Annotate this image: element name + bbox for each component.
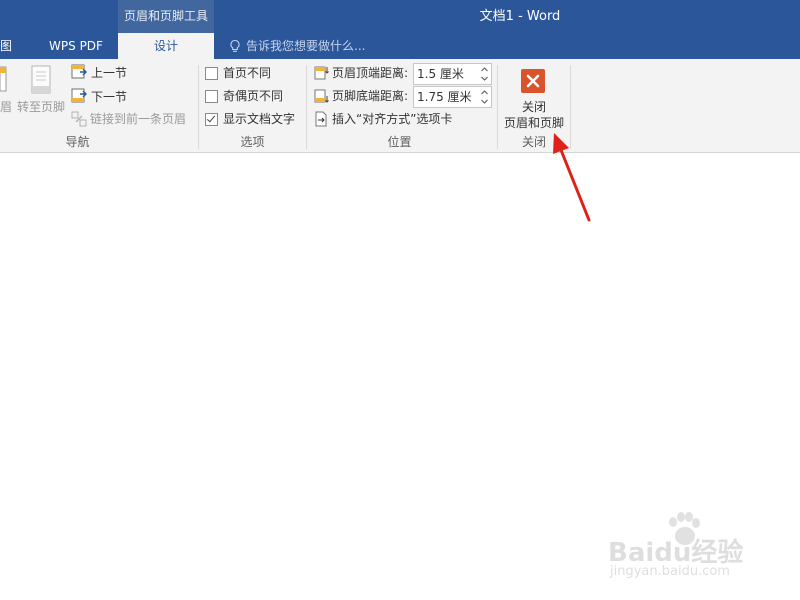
different-first-page-label[interactable]: 首页不同 — [223, 62, 271, 84]
document-title: 文档1 - Word — [479, 9, 561, 24]
group-label-position: 位置 — [387, 135, 412, 149]
tab-view[interactable]: 视图 — [0, 33, 24, 59]
spinner-arrows-icon[interactable] — [480, 65, 489, 83]
next-section-icon — [71, 88, 87, 103]
group-label-navigation: 导航 — [65, 135, 90, 149]
spinner-arrows-icon[interactable] — [480, 88, 489, 106]
baidu-watermark: Baidu经验 jingyan.baidu.com — [608, 512, 768, 584]
footer-from-bottom-spinner[interactable]: 1.75 厘米 — [413, 86, 492, 108]
group-label-options: 选项 — [240, 135, 265, 149]
group-label-close: 关闭 — [521, 135, 546, 149]
footer-from-bottom-icon — [314, 89, 329, 103]
different-odd-even-label[interactable]: 奇偶页不同 — [223, 85, 283, 107]
header-from-top-spinner[interactable]: 1.5 厘米 — [413, 63, 492, 85]
group-divider — [497, 65, 498, 149]
previous-section-icon — [71, 64, 87, 79]
group-divider — [306, 65, 307, 149]
watermark-url: jingyan.baidu.com — [610, 564, 730, 579]
header-button-partial[interactable]: 眉 — [0, 96, 12, 118]
footer-from-bottom-value[interactable]: 1.75 厘米 — [417, 87, 472, 107]
context-tab-group-label: 页眉和页脚工具 — [118, 0, 214, 33]
insert-alignment-tab-button[interactable]: 插入“对齐方式”选项卡 — [332, 108, 452, 130]
header-icon — [0, 66, 7, 92]
link-to-previous-button[interactable]: 链接到前一条页眉 — [90, 108, 186, 130]
close-button-line1: 关闭 — [521, 100, 546, 114]
tab-wps-pdf[interactable]: WPS PDF — [44, 33, 108, 59]
group-divider — [198, 65, 199, 149]
close-button-line2: 页眉和页脚 — [503, 116, 564, 130]
go-to-footer-button[interactable]: 转至页脚 — [17, 96, 65, 118]
header-from-top-icon — [314, 66, 329, 80]
title-bar: 页眉和页脚工具 文档1 - Word 视图 WPS PDF 设计 告诉我您想要做… — [0, 0, 800, 59]
close-header-footer-button[interactable]: 关闭 页眉和页脚 — [500, 62, 568, 130]
insert-alignment-tab-icon — [315, 111, 327, 127]
ribbon: 眉 转至页脚 上一节 下一节 链接到前一条页眉 导航 首页不同 奇偶页不同 显示… — [0, 59, 800, 153]
link-to-previous-icon — [71, 111, 87, 127]
group-divider — [570, 65, 571, 149]
different-first-page-checkbox[interactable] — [205, 67, 218, 80]
previous-section-button[interactable]: 上一节 — [91, 62, 127, 84]
tell-me-search[interactable]: 告诉我您想要做什么... — [228, 33, 365, 59]
different-odd-even-checkbox[interactable] — [205, 90, 218, 103]
header-from-top-value[interactable]: 1.5 厘米 — [417, 64, 464, 84]
show-document-text-checkbox[interactable] — [205, 113, 218, 126]
header-from-top-label: 页眉顶端距离: — [332, 66, 409, 80]
tell-me-placeholder: 告诉我您想要做什么... — [246, 39, 366, 53]
tab-design[interactable]: 设计 — [118, 33, 214, 59]
next-section-button[interactable]: 下一节 — [91, 86, 127, 108]
close-icon — [521, 69, 545, 93]
go-to-footer-icon — [31, 65, 51, 94]
footer-from-bottom-label: 页脚底端距离: — [332, 89, 409, 103]
show-document-text-label[interactable]: 显示文档文字 — [223, 108, 295, 130]
lightbulb-icon — [230, 39, 240, 52]
